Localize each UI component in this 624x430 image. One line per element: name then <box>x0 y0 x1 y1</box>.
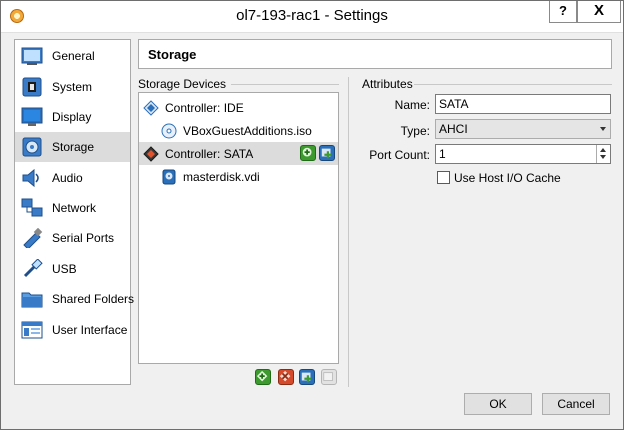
nav-item-shared-folders[interactable]: Shared Folders <box>15 284 134 314</box>
tree-label: masterdisk.vdi <box>183 170 260 184</box>
tree-item-controller-ide[interactable]: Controller: IDE <box>139 96 338 119</box>
storage-tree[interactable]: Controller: IDE VBoxGuestAdditions.iso C… <box>138 92 339 364</box>
ide-controller-icon <box>143 100 159 116</box>
type-label: Type: <box>400 124 430 138</box>
nav-item-system[interactable]: System <box>15 72 130 102</box>
tree-item-hard-disk[interactable]: masterdisk.vdi <box>139 165 338 188</box>
remove-attachment-icon[interactable] <box>321 369 337 385</box>
help-button[interactable]: ? <box>549 1 577 23</box>
name-label: Name: <box>394 98 430 112</box>
settings-nav: General System Display Storage Audio Net… <box>14 39 134 385</box>
port-count-value: 1 <box>439 147 446 161</box>
general-icon <box>21 47 43 65</box>
serial-ports-icon <box>23 228 43 248</box>
page-title: Storage <box>148 47 197 62</box>
system-icon <box>22 77 42 97</box>
title-bar: ol7-193-rac1 - Settings ? X <box>1 1 623 33</box>
nav-label-display: Display <box>52 110 92 124</box>
nav-item-storage[interactable]: Storage <box>15 132 130 162</box>
sata-controller-icon <box>143 146 159 162</box>
hard-disk-icon <box>162 169 176 185</box>
port-count-label: Port Count: <box>369 148 430 162</box>
nav-label-audio: Audio <box>52 171 83 185</box>
add-hard-disk-icon[interactable] <box>319 145 335 161</box>
nav-item-user-interface[interactable]: User Interface <box>15 315 130 345</box>
nav-item-network[interactable]: Network <box>15 193 130 223</box>
nav-item-audio[interactable]: Audio <box>15 163 130 193</box>
add-optical-drive-icon[interactable] <box>300 145 316 161</box>
nav-label-serial-ports: Serial Ports <box>52 231 115 245</box>
tree-item-controller-sata[interactable]: Controller: SATA <box>139 142 338 165</box>
add-controller-icon[interactable] <box>255 369 271 385</box>
nav-label-user-interface: User Interface <box>52 323 128 337</box>
nav-label-system: System <box>52 80 93 94</box>
attributes-divider <box>348 77 349 387</box>
tree-label: Controller: SATA <box>165 147 254 161</box>
host-io-cache-label: Use Host I/O Cache <box>454 171 561 185</box>
user-interface-icon <box>21 321 43 339</box>
cancel-button[interactable]: Cancel <box>542 393 610 415</box>
page-header: Storage <box>138 39 612 69</box>
port-count-spinbox[interactable]: 1 <box>435 144 611 164</box>
window-title: ol7-193-rac1 - Settings <box>236 7 388 24</box>
tree-item-optical-disk[interactable]: VBoxGuestAdditions.iso <box>139 119 338 142</box>
stepper-down-icon[interactable] <box>600 155 606 159</box>
ok-button[interactable]: OK <box>464 393 532 415</box>
settings-window: ol7-193-rac1 - Settings ? X General Syst… <box>0 0 624 430</box>
chevron-down-icon <box>600 127 606 131</box>
tree-label: Controller: IDE <box>165 101 244 115</box>
audio-icon <box>22 168 39 188</box>
nav-label-general: General <box>52 49 95 63</box>
add-attachment-icon[interactable] <box>299 369 315 385</box>
shared-folders-icon <box>21 292 43 308</box>
optical-disk-icon <box>161 123 177 139</box>
nav-label-usb: USB <box>52 262 77 276</box>
nav-item-serial-ports[interactable]: Serial Ports <box>15 223 130 253</box>
storage-icon <box>22 137 42 157</box>
nav-label-storage: Storage <box>52 140 95 154</box>
port-count-stepper[interactable] <box>596 145 610 163</box>
attributes-rule <box>414 84 612 85</box>
attributes-title: Attributes <box>362 77 413 91</box>
network-icon <box>21 198 43 217</box>
tree-label: VBoxGuestAdditions.iso <box>183 124 312 138</box>
close-button[interactable]: X <box>577 1 621 23</box>
usb-icon <box>23 259 43 278</box>
type-select[interactable]: AHCI <box>435 119 611 139</box>
nav-item-display[interactable]: Display <box>15 102 130 132</box>
type-select-value: AHCI <box>439 122 468 136</box>
nav-label-network: Network <box>52 201 97 215</box>
nav-label-shared-folders: Shared Folders <box>52 292 135 306</box>
storage-devices-title: Storage Devices <box>138 77 227 91</box>
host-io-cache-checkbox[interactable] <box>437 171 450 184</box>
nav-item-general[interactable]: General <box>15 41 130 71</box>
nav-item-usb[interactable]: USB <box>15 254 130 284</box>
remove-controller-icon[interactable] <box>278 369 294 385</box>
stepper-up-icon[interactable] <box>600 148 606 152</box>
storage-devices-rule <box>231 84 339 85</box>
display-icon <box>21 107 43 126</box>
name-field[interactable]: SATA <box>435 94 611 114</box>
